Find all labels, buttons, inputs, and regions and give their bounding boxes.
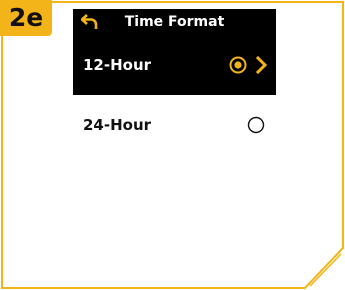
page-title: Time Format [124,14,225,30]
option-label: 24-Hour [83,116,152,134]
radio-unselected-icon [247,116,265,134]
chevron-right-icon [255,55,268,75]
option-label: 12-Hour [83,56,152,74]
step-badge: 2e [0,0,52,36]
title-bar: Time Format [73,9,276,35]
option-24-hour[interactable]: 24-Hour [73,95,276,155]
radio-selected-icon [229,56,247,74]
instruction-panel: 2e Time Format 12-Hour 24-Hour [0,0,345,290]
option-12-hour[interactable]: 12-Hour [73,35,276,95]
device-screen: Time Format 12-Hour 24-Hour [73,9,276,155]
